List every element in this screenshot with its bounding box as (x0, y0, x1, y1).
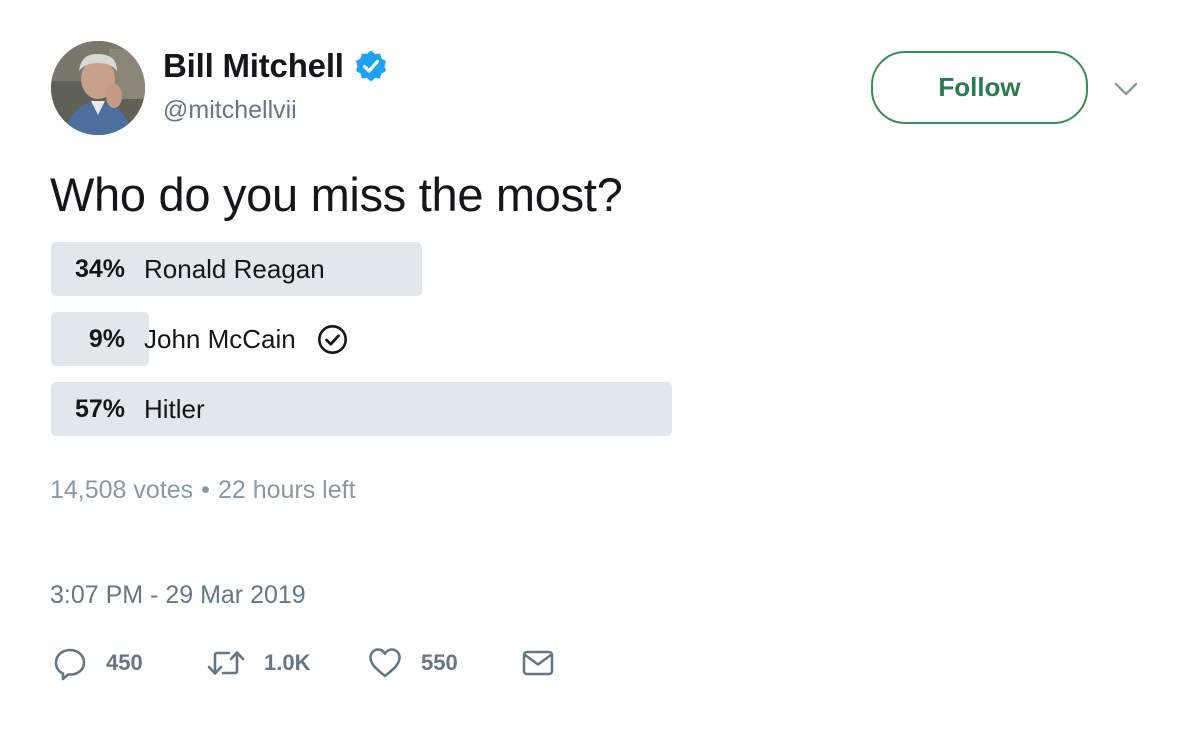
poll-option-label-row: John McCain (144, 312, 348, 366)
tweet-text: Who do you miss the most? (50, 168, 623, 221)
reply-button[interactable]: 450 (52, 643, 143, 683)
like-button[interactable]: 550 (367, 643, 458, 683)
poll-time-left: 22 hours left (217, 476, 356, 504)
follow-button[interactable]: Follow (871, 51, 1088, 124)
poll-percent: 9% (88, 325, 125, 353)
poll-option[interactable]: 57% Hitler (51, 382, 1141, 436)
envelope-icon (522, 650, 554, 676)
poll-option-label-row: Hitler (144, 382, 205, 436)
display-name[interactable]: Bill Mitchell (163, 47, 344, 85)
checkmark-circle-icon (317, 324, 347, 354)
verified-badge-icon (355, 50, 386, 82)
direct-message-button[interactable] (521, 643, 555, 683)
poll-vote-count: 14,508 votes (50, 476, 194, 504)
avatar[interactable] (51, 41, 145, 135)
poll-option-selected[interactable]: 9% John McCain (51, 312, 1141, 366)
tweet-timestamp[interactable]: 3:07 PM - 29 Mar 2019 (50, 581, 306, 610)
poll-meta: 14,508 votes • 22 hours left (50, 476, 356, 505)
avatar-photo (51, 41, 145, 135)
chevron-down-icon[interactable] (1112, 78, 1140, 100)
author-name-row: Bill Mitchell (163, 46, 388, 86)
poll-percent: 57% (74, 395, 125, 423)
poll-option-label: John McCain (144, 323, 296, 354)
heart-icon (369, 648, 401, 678)
retweet-button[interactable]: 1.0K (206, 643, 310, 683)
retweet-icon (207, 651, 245, 675)
reply-count: 450 (106, 650, 143, 675)
author-handle[interactable]: @mitchellvii (163, 96, 297, 125)
poll-option-label: Hitler (144, 393, 205, 424)
poll-option-label-row: Ronald Reagan (144, 242, 325, 296)
like-count: 550 (421, 650, 458, 675)
reply-icon (54, 648, 86, 681)
retweet-count: 1.0K (264, 650, 311, 675)
poll-percent: 34% (74, 255, 125, 283)
poll-option-label: Ronald Reagan (144, 253, 325, 284)
separator-dot: • (201, 476, 210, 504)
poll-option[interactable]: 34% Ronald Reagan (51, 242, 1141, 296)
